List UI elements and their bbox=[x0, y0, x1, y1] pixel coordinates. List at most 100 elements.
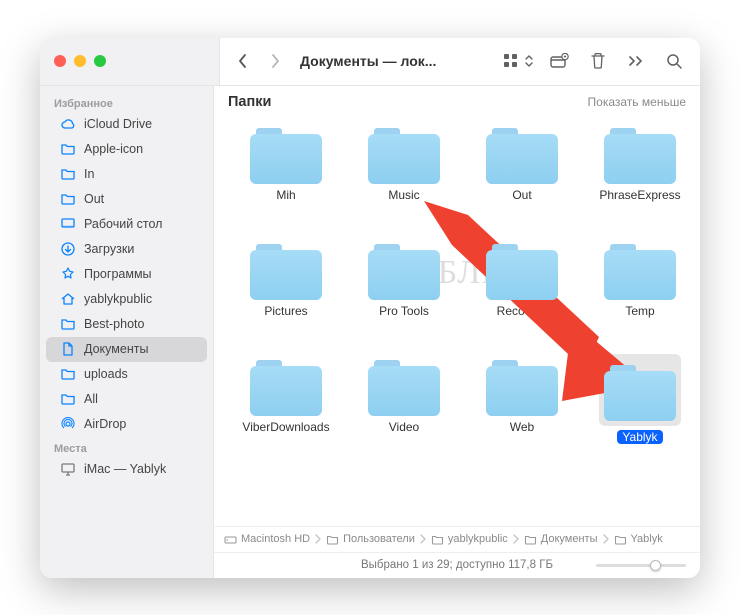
sidebar-item-icloud-drive[interactable]: iCloud Drive bbox=[46, 112, 207, 137]
traffic-lights bbox=[54, 55, 106, 67]
main-panel: Папки Показать меньше ЯБЛЫК MihMusicOutP… bbox=[214, 86, 700, 578]
group-button[interactable] bbox=[544, 47, 576, 75]
sidebar-item-label: AirDrop bbox=[84, 417, 126, 431]
sidebar-item-label: Документы bbox=[84, 342, 148, 356]
trash-button[interactable] bbox=[582, 47, 614, 75]
window-title: Документы — лок... bbox=[300, 53, 436, 69]
path-segment[interactable]: Yablyk bbox=[614, 533, 663, 546]
zoom-slider[interactable] bbox=[596, 559, 686, 573]
sidebar-item-label: Программы bbox=[84, 267, 152, 281]
folder-item[interactable]: Out bbox=[468, 122, 576, 230]
folder-label: Out bbox=[512, 188, 531, 202]
download-icon bbox=[60, 241, 76, 257]
folder-icon bbox=[368, 244, 440, 300]
sidebar-item-airdrop[interactable]: AirDrop bbox=[46, 412, 207, 437]
sidebar-item-label: Загрузки bbox=[84, 242, 134, 256]
folder-label: ViberDownloads bbox=[242, 420, 329, 434]
folder-icon bbox=[60, 191, 76, 207]
sidebar-item-all[interactable]: All bbox=[46, 387, 207, 412]
search-button[interactable] bbox=[658, 47, 690, 75]
folder-item[interactable]: PhraseExpress bbox=[586, 122, 694, 230]
view-switcher[interactable] bbox=[500, 52, 538, 70]
show-less-link[interactable]: Показать меньше bbox=[588, 95, 686, 109]
sidebar-item-label: uploads bbox=[84, 367, 128, 381]
path-segment[interactable]: yablykpublic bbox=[431, 533, 508, 546]
airdrop-icon bbox=[60, 416, 76, 432]
maximize-button[interactable] bbox=[94, 55, 106, 67]
folder-item[interactable]: Recovery bbox=[468, 238, 576, 346]
folder-icon bbox=[486, 244, 558, 300]
folder-icon bbox=[250, 244, 322, 300]
path-segment[interactable]: Документы bbox=[524, 533, 598, 546]
folder-icon bbox=[486, 360, 558, 416]
path-segment-label: Macintosh HD bbox=[241, 533, 310, 545]
back-button[interactable] bbox=[230, 47, 256, 75]
apps-icon bbox=[60, 266, 76, 282]
sidebar-item-загрузки[interactable]: Загрузки bbox=[46, 237, 207, 262]
folder-grid[interactable]: ЯБЛЫК MihMusicOutPhraseExpressPicturesPr… bbox=[214, 116, 700, 526]
sidebar-item-out[interactable]: Out bbox=[46, 187, 207, 212]
sidebar-item-label: In bbox=[84, 167, 94, 181]
path-segment-label: yablykpublic bbox=[448, 533, 508, 545]
folder-label: Video bbox=[389, 420, 419, 434]
sidebar-section-places: Места bbox=[40, 437, 213, 457]
folder-icon bbox=[604, 365, 676, 421]
sidebar-item-label: iMac — Yablyk bbox=[84, 462, 166, 476]
sidebar-item-apple-icon[interactable]: Apple-icon bbox=[46, 137, 207, 162]
sidebar-item-uploads[interactable]: uploads bbox=[46, 362, 207, 387]
sidebar-item-рабочий-стол[interactable]: Рабочий стол bbox=[46, 212, 207, 237]
folder-item[interactable]: Video bbox=[350, 354, 458, 462]
path-segment[interactable]: Macintosh HD bbox=[224, 533, 310, 546]
sidebar-item-программы[interactable]: Программы bbox=[46, 262, 207, 287]
minimize-button[interactable] bbox=[74, 55, 86, 67]
folder-label: Temp bbox=[625, 304, 654, 318]
sidebar-item-label: Apple-icon bbox=[84, 142, 143, 156]
path-segment-label: Документы bbox=[541, 533, 598, 545]
folder-item[interactable]: Pictures bbox=[232, 238, 340, 346]
status-text: Выбрано 1 из 29; доступно 117,8 ГБ bbox=[361, 559, 553, 571]
folder-label: Yablyk bbox=[617, 430, 662, 444]
folder-icon bbox=[60, 166, 76, 182]
path-segment-label: Пользователи bbox=[343, 533, 415, 545]
folder-icon bbox=[368, 360, 440, 416]
sidebar-item-in[interactable]: In bbox=[46, 162, 207, 187]
sidebar-item-label: Рабочий стол bbox=[84, 217, 162, 231]
folder-icon bbox=[604, 244, 676, 300]
folder-label: PhraseExpress bbox=[599, 188, 680, 202]
folder-label: Music bbox=[388, 188, 419, 202]
path-segment[interactable]: Пользователи bbox=[326, 533, 415, 546]
folder-label: Pictures bbox=[264, 304, 307, 318]
folder-item[interactable]: Mih bbox=[232, 122, 340, 230]
more-button[interactable] bbox=[620, 47, 652, 75]
sidebar-item-imac-—-yablyk[interactable]: iMac — Yablyk bbox=[46, 457, 207, 482]
folder-item[interactable]: Web bbox=[468, 354, 576, 462]
sidebar-item-best-photo[interactable]: Best-photo bbox=[46, 312, 207, 337]
close-button[interactable] bbox=[54, 55, 66, 67]
titlebar-left bbox=[40, 38, 220, 85]
sidebar-item-label: Best-photo bbox=[84, 317, 144, 331]
forward-button[interactable] bbox=[262, 47, 288, 75]
folder-icon bbox=[368, 128, 440, 184]
sidebar-item-yablykpublic[interactable]: yablykpublic bbox=[46, 287, 207, 312]
folder-icon bbox=[250, 360, 322, 416]
chevron-up-down-icon bbox=[523, 54, 535, 68]
chevron-right-icon bbox=[602, 534, 610, 544]
folder-item[interactable]: ViberDownloads bbox=[232, 354, 340, 462]
folder-label: Pro Tools bbox=[379, 304, 429, 318]
folder-item[interactable]: Pro Tools bbox=[350, 238, 458, 346]
folder-icon bbox=[604, 128, 676, 184]
section-header: Папки Показать меньше bbox=[214, 86, 700, 116]
section-title: Папки bbox=[228, 94, 271, 110]
sidebar-section-favorites: Избранное bbox=[40, 92, 213, 112]
doc-icon bbox=[60, 341, 76, 357]
folder-item[interactable]: Music bbox=[350, 122, 458, 230]
path-bar[interactable]: Macintosh HD Пользователи yablykpublic Доку… bbox=[214, 526, 700, 552]
folder-icon bbox=[60, 141, 76, 157]
folder-icon bbox=[60, 391, 76, 407]
monitor-icon bbox=[60, 461, 76, 477]
folder-icon bbox=[486, 128, 558, 184]
folder-label: Recovery bbox=[497, 304, 548, 318]
sidebar-item-документы[interactable]: Документы bbox=[46, 337, 207, 362]
folder-item[interactable]: Yablyk bbox=[586, 354, 694, 462]
folder-item[interactable]: Temp bbox=[586, 238, 694, 346]
